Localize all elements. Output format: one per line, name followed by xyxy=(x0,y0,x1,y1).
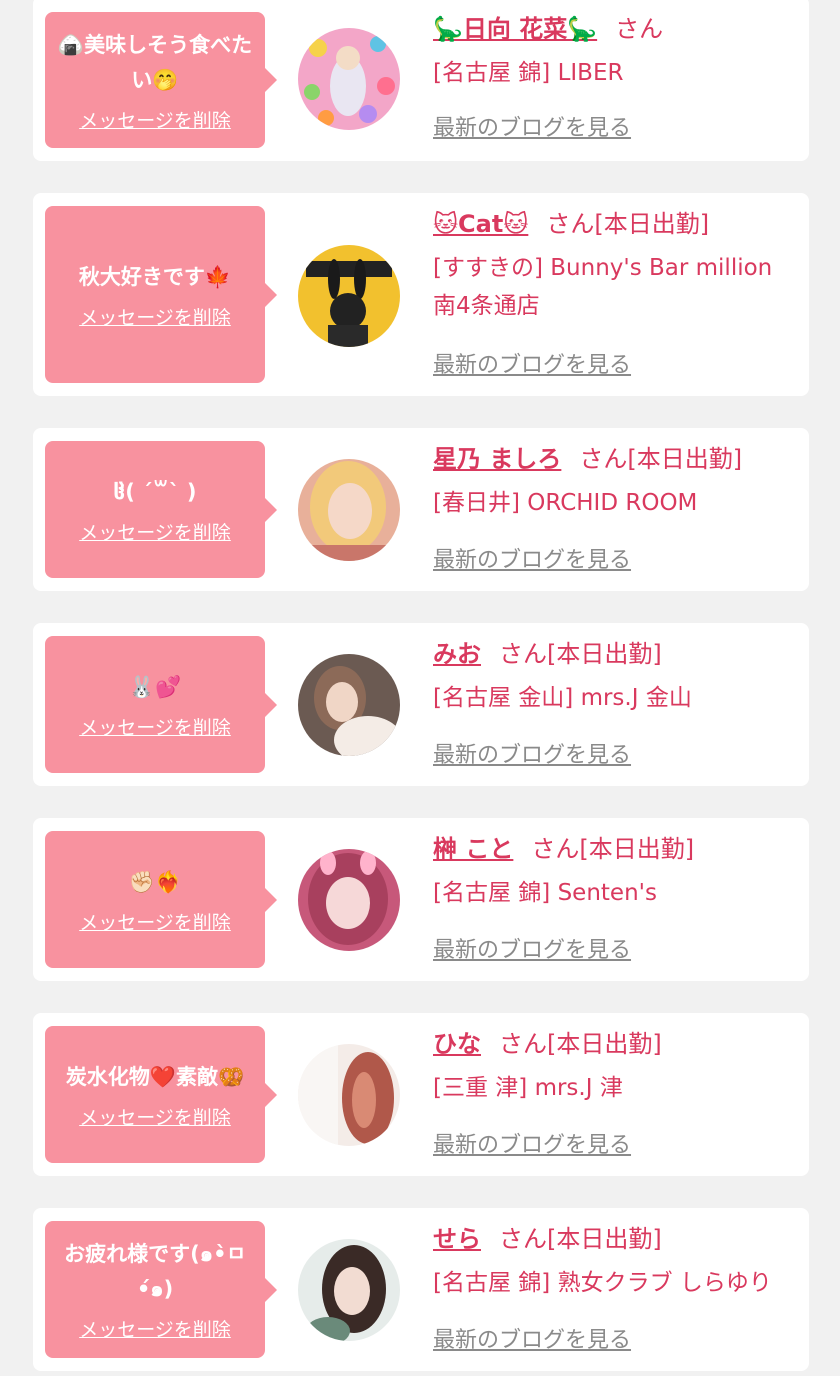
message-bubble: 🐰💕 メッセージを削除 xyxy=(45,636,277,773)
cast-name-link[interactable]: 星乃 ましろ xyxy=(433,445,561,473)
cast-info: 星乃 ましろ さん[本日出勤] [春日井] ORCHID ROOM 最新のブログを… xyxy=(433,442,799,582)
cast-name-link[interactable]: みお xyxy=(433,640,481,668)
delete-message-link[interactable]: メッセージを削除 xyxy=(79,1103,231,1130)
delete-message-link[interactable]: メッセージを削除 xyxy=(79,106,231,133)
cast-status: さん[本日出勤] xyxy=(546,210,710,238)
message-bubble: 炭水化物❤️素敵🥨 メッセージを削除 xyxy=(45,1026,277,1163)
cast-name-link[interactable]: 🐱Cat🐱 xyxy=(433,210,528,238)
latest-blog-link[interactable]: 最新のブログを見る xyxy=(433,1322,631,1354)
message-text: ✊🏻❤️‍🔥 xyxy=(128,869,182,894)
cast-status: さん[本日出勤] xyxy=(531,835,695,863)
latest-blog-link[interactable]: 最新のブログを見る xyxy=(433,542,631,574)
cast-name-link[interactable]: ひな xyxy=(433,1030,481,1058)
latest-blog-link[interactable]: 最新のブログを見る xyxy=(433,737,631,769)
message-bubble: 🍙美味しそう食べたい🤭 メッセージを削除 xyxy=(45,12,277,148)
delete-message-link[interactable]: メッセージを削除 xyxy=(79,713,231,740)
avatar[interactable] xyxy=(298,459,400,561)
cast-name-link[interactable]: 🦕日向 花菜🦕 xyxy=(433,15,597,43)
shop-name: [名古屋 錦] 熟女クラブ しらゆり xyxy=(433,1270,772,1296)
avatar[interactable] xyxy=(298,1239,400,1341)
cast-name-link[interactable]: せら xyxy=(433,1225,481,1253)
latest-blog-link[interactable]: 最新のブログを見る xyxy=(433,1127,631,1159)
message-list: 🍙美味しそう食べたい🤭 メッセージを削除 🦕日向 花菜🦕 さん [名古屋 錦] L… xyxy=(0,0,840,1376)
cast-status: さん[本日出勤] xyxy=(499,1030,662,1058)
message-text: 🍙美味しそう食べたい🤭 xyxy=(57,32,253,92)
shop-name: [すすきの] Bunny's Bar million 南4条通店 xyxy=(433,255,773,319)
message-text: ჱ̒( ˊ꒳ˋ ) xyxy=(113,479,197,504)
delete-message-link[interactable]: メッセージを削除 xyxy=(79,518,231,545)
shop-name: [三重 津] mrs.J 津 xyxy=(433,1075,623,1101)
message-text: 炭水化物❤️素敵🥨 xyxy=(65,1064,245,1089)
message-bubble: ჱ̒( ˊ꒳ˋ ) メッセージを削除 xyxy=(45,441,277,578)
list-item: お疲れ様です(๑•̀ㅁ•́๑) メッセージを削除 せら さん[本日出勤] [名古屋… xyxy=(33,1208,809,1371)
delete-message-link[interactable]: メッセージを削除 xyxy=(79,303,231,330)
avatar[interactable] xyxy=(298,654,400,756)
shop-name: [名古屋 金山] mrs.J 金山 xyxy=(433,685,692,711)
cast-info: みお さん[本日出勤] [名古屋 金山] mrs.J 金山 最新のブログを見る xyxy=(433,637,799,777)
cast-status: さん xyxy=(615,15,664,43)
list-item: 秋大好きです🍁 メッセージを削除 🐱Cat🐱 さん[本日出勤] [すすきの] Bu… xyxy=(33,193,809,396)
list-item: ✊🏻❤️‍🔥 メッセージを削除 榊 こと さん[本日出勤] [名古屋 錦] Sen… xyxy=(33,818,809,981)
message-bubble: ✊🏻❤️‍🔥 メッセージを削除 xyxy=(45,831,277,968)
message-text: 🐰💕 xyxy=(128,674,182,699)
cast-info: 🐱Cat🐱 さん[本日出勤] [すすきの] Bunny's Bar million… xyxy=(433,207,799,387)
avatar[interactable] xyxy=(298,1044,400,1146)
cast-info: 🦕日向 花菜🦕 さん [名古屋 錦] LIBER 最新のブログを見る xyxy=(433,12,799,152)
list-item: ჱ̒( ˊ꒳ˋ ) メッセージを削除 星乃 ましろ さん[本日出勤] [春日井] … xyxy=(33,428,809,591)
cast-info: 榊 こと さん[本日出勤] [名古屋 錦] Senten's 最新のブログを見る xyxy=(433,832,799,972)
avatar[interactable] xyxy=(298,28,400,130)
avatar[interactable] xyxy=(298,245,400,347)
shop-name: [春日井] ORCHID ROOM xyxy=(433,490,698,516)
cast-info: ひな さん[本日出勤] [三重 津] mrs.J 津 最新のブログを見る xyxy=(433,1027,799,1167)
message-bubble: お疲れ様です(๑•̀ㅁ•́๑) メッセージを削除 xyxy=(45,1221,277,1358)
cast-info: せら さん[本日出勤] [名古屋 錦] 熟女クラブ しらゆり 最新のブログを見る xyxy=(433,1222,799,1362)
cast-name-link[interactable]: 榊 こと xyxy=(433,835,513,863)
delete-message-link[interactable]: メッセージを削除 xyxy=(79,908,231,935)
list-item: 🐰💕 メッセージを削除 みお さん[本日出勤] [名古屋 金山] mrs.J 金山… xyxy=(33,623,809,786)
cast-status: さん[本日出勤] xyxy=(499,640,662,668)
message-bubble: 秋大好きです🍁 メッセージを削除 xyxy=(45,206,277,383)
latest-blog-link[interactable]: 最新のブログを見る xyxy=(433,347,631,379)
delete-message-link[interactable]: メッセージを削除 xyxy=(79,1315,231,1342)
cast-status: さん[本日出勤] xyxy=(579,445,743,473)
shop-name: [名古屋 錦] Senten's xyxy=(433,880,657,906)
cast-status: さん[本日出勤] xyxy=(499,1225,662,1253)
latest-blog-link[interactable]: 最新のブログを見る xyxy=(433,110,631,142)
avatar[interactable] xyxy=(298,849,400,951)
message-text: 秋大好きです🍁 xyxy=(78,264,232,289)
list-item: 🍙美味しそう食べたい🤭 メッセージを削除 🦕日向 花菜🦕 さん [名古屋 錦] L… xyxy=(33,0,809,161)
message-text: お疲れ様です(๑•̀ㅁ•́๑) xyxy=(64,1242,246,1301)
shop-name: [名古屋 錦] LIBER xyxy=(433,60,624,86)
list-item: 炭水化物❤️素敵🥨 メッセージを削除 ひな さん[本日出勤] [三重 津] mrs… xyxy=(33,1013,809,1176)
latest-blog-link[interactable]: 最新のブログを見る xyxy=(433,932,631,964)
